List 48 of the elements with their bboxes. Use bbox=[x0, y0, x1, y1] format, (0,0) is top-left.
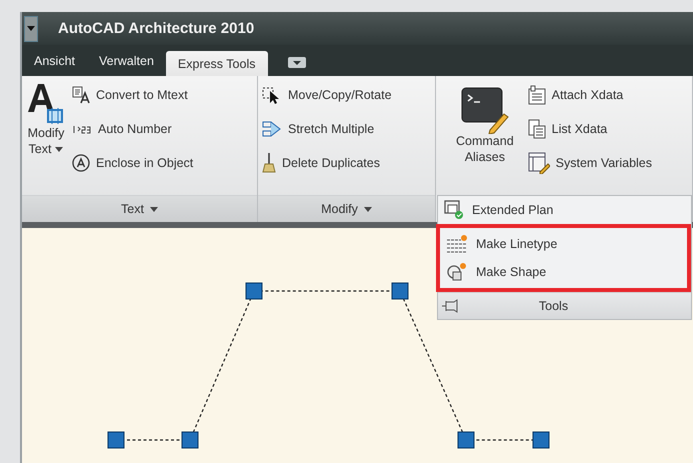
grip-handle[interactable] bbox=[532, 432, 550, 448]
ribbon-tab[interactable]: Verwalten bbox=[87, 49, 166, 73]
linetype-icon bbox=[446, 234, 468, 254]
grip-handle[interactable] bbox=[182, 432, 198, 448]
grip-handle[interactable] bbox=[392, 282, 408, 300]
list-document-icon bbox=[528, 119, 546, 139]
panel-title-button[interactable]: Text bbox=[22, 195, 257, 222]
text-convert-icon bbox=[72, 86, 90, 104]
ribbon-large-button[interactable]: Modify Text bbox=[26, 82, 66, 158]
window-title: AutoCAD Architecture 2010 bbox=[58, 20, 254, 37]
caret-icon bbox=[55, 146, 64, 152]
ribbon-tab[interactable]: Express Tools bbox=[166, 51, 268, 76]
panel-title: Tools bbox=[538, 299, 570, 313]
ribbon-button[interactable]: Delete Duplicates bbox=[262, 152, 392, 174]
circled-letter-icon bbox=[72, 154, 90, 172]
ribbon-button[interactable]: Attach Xdata bbox=[528, 84, 652, 106]
grip-handle[interactable] bbox=[108, 432, 124, 448]
grip-handle[interactable] bbox=[246, 282, 262, 300]
ribbon-button[interactable]: Move/Copy/Rotate bbox=[262, 84, 392, 106]
application-menu-button[interactable] bbox=[24, 16, 38, 42]
ribbon-large-button[interactable]: Command Aliases bbox=[456, 86, 514, 166]
panel-menu-item[interactable]: Make Shape bbox=[440, 258, 687, 286]
command-pencil-icon bbox=[460, 86, 510, 134]
text-edit-icon bbox=[26, 82, 66, 126]
caret-icon bbox=[364, 206, 372, 212]
document-icon bbox=[528, 85, 546, 105]
ribbon-button[interactable]: Auto Number bbox=[72, 118, 194, 140]
shape-icon bbox=[446, 262, 468, 282]
ribbon-button[interactable]: Enclose in Object bbox=[72, 152, 194, 174]
caret-icon bbox=[292, 60, 300, 64]
ribbon-button[interactable]: System Variables bbox=[528, 152, 652, 174]
plan-check-icon bbox=[444, 200, 464, 220]
ribbon-button[interactable]: Stretch Multiple bbox=[262, 118, 392, 140]
panel-title-button[interactable]: Modify bbox=[258, 195, 435, 222]
broom-icon bbox=[262, 153, 276, 173]
panel-menu-item[interactable]: Extended Plan bbox=[438, 196, 691, 224]
ribbon-tab[interactable]: Ansicht bbox=[22, 49, 87, 73]
stretch-icon bbox=[262, 120, 282, 138]
window-pencil-icon bbox=[528, 152, 550, 174]
grip-handle[interactable] bbox=[458, 432, 474, 448]
numbering-icon bbox=[72, 123, 92, 135]
ribbon-button[interactable]: Convert to Mtext bbox=[72, 84, 194, 106]
tab-options-button[interactable] bbox=[288, 57, 306, 68]
menu-caret-icon bbox=[27, 26, 35, 31]
ribbon-button[interactable]: List Xdata bbox=[528, 118, 652, 140]
pin-icon[interactable] bbox=[442, 299, 460, 313]
panel-menu-item[interactable]: Make Linetype bbox=[440, 230, 687, 258]
caret-icon bbox=[150, 206, 158, 212]
